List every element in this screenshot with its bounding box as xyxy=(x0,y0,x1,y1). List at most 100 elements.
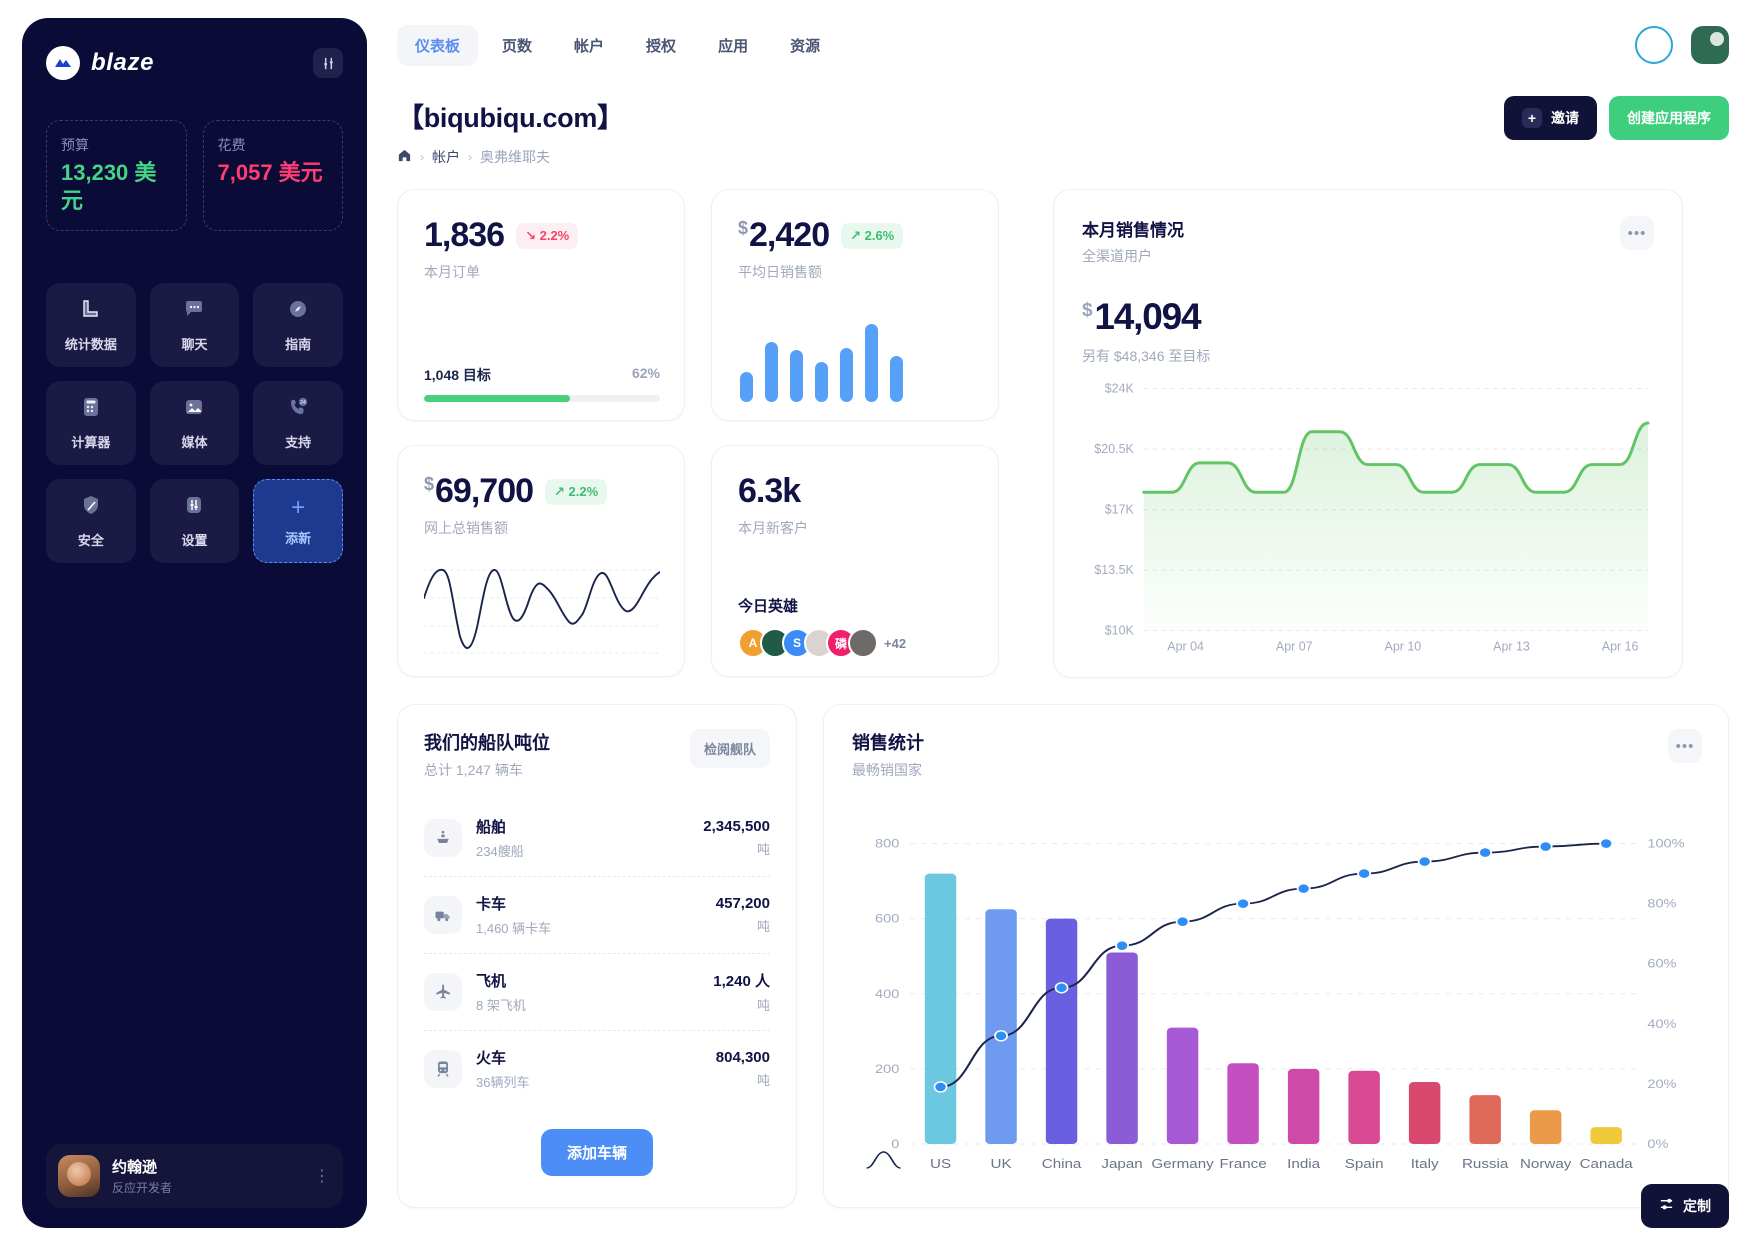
customize-button[interactable]: 定制 xyxy=(1641,1184,1729,1228)
pareto-bar[interactable] xyxy=(1166,1027,1199,1144)
tab-authorization[interactable]: 授权 xyxy=(628,25,694,66)
pareto-bar[interactable] xyxy=(1287,1068,1320,1144)
pareto-bar[interactable] xyxy=(1348,1070,1380,1144)
kpi-card-avg-sale[interactable]: $2,420 ↗ 2.6% 平均日销售额 xyxy=(711,189,999,421)
tab-dashboard[interactable]: 仪表板 xyxy=(397,24,479,66)
sidebar-item-label: 媒体 xyxy=(181,435,208,450)
x-tick-label: Italy xyxy=(1411,1156,1439,1170)
loading-ring-icon[interactable] xyxy=(1635,26,1673,64)
pareto-point[interactable] xyxy=(1115,940,1129,952)
y2-tick-label: 100% xyxy=(1647,837,1684,850)
pareto-chart-svg: 0 200 400 600 800 0% 20% 40% 60% 80% 100% US UK China… xyxy=(866,837,1685,1171)
pareto-bar[interactable] xyxy=(1590,1127,1622,1144)
hero-avatar[interactable] xyxy=(848,628,878,658)
monthly-sales-card: 本月销售情况 全渠道用户 ••• $14,094 另有 $48,346 至目标 … xyxy=(1053,189,1683,678)
sidebar-item-media[interactable]: 媒体 xyxy=(149,381,240,465)
sidebar-item-stats[interactable]: 统计数据 xyxy=(46,283,136,367)
heroes-avatar-group[interactable]: A S 磷 +42 xyxy=(738,628,974,658)
pareto-point[interactable] xyxy=(1599,837,1614,850)
sidebar-item-chat[interactable]: 聊天 xyxy=(149,283,240,367)
x-tick-label: France xyxy=(1220,1156,1267,1170)
sidebar-item-calculator[interactable]: 计算器 xyxy=(46,381,136,465)
pareto-point[interactable] xyxy=(1538,840,1553,853)
sliders-icon[interactable] xyxy=(313,48,343,78)
pareto-bar[interactable] xyxy=(1469,1095,1501,1144)
pareto-point[interactable] xyxy=(1054,982,1069,994)
x-tick-label: India xyxy=(1287,1156,1320,1170)
y-tick-label: $20.5K xyxy=(1094,442,1134,456)
main-content: 仪表板 页数 帐户 授权 应用 资源 【biqubiqu.com】 › 帐户 ›… xyxy=(367,0,1753,1246)
dots-horizontal-icon[interactable]: ••• xyxy=(1668,729,1702,763)
kpi-online-sparkline xyxy=(423,558,661,658)
tab-resources[interactable]: 资源 xyxy=(772,25,838,66)
heroes-title: 今日英雄 xyxy=(738,598,799,615)
pareto-point[interactable] xyxy=(1296,882,1311,895)
fleet-row-name: 火车 xyxy=(476,1050,507,1067)
fleet-row[interactable]: 火车 36辆列车 804,300 吨 xyxy=(424,1031,770,1107)
fleet-tonnage-card: 我们的船队吨位 总计 1,247 辆车 检阅舰队 船舶 234艘船 2,345,50… xyxy=(397,704,797,1208)
kpi-card-online-sales[interactable]: $69,700 ↗ 2.2% 网上总销售额 xyxy=(397,445,685,677)
pareto-bar[interactable] xyxy=(1227,1063,1259,1144)
budget-card[interactable]: 预算 13,230 美元 xyxy=(46,120,187,231)
sidebar-item-support[interactable]: 24 支持 xyxy=(253,381,343,465)
pareto-point[interactable] xyxy=(1417,855,1432,868)
top-bar: 仪表板 页数 帐户 授权 应用 资源 xyxy=(397,16,1729,74)
sliders-icon xyxy=(1659,1197,1674,1215)
x-tick-label: UK xyxy=(991,1156,1013,1170)
pareto-point[interactable] xyxy=(933,1081,948,1093)
monthly-sales-amount: 14,094 xyxy=(1094,296,1201,337)
y2-tick-label: 80% xyxy=(1647,897,1676,910)
add-vehicle-button[interactable]: 添加车辆 xyxy=(540,1129,653,1176)
monthly-sales-header: 本月销售情况 全渠道用户 ••• xyxy=(1082,216,1654,266)
pareto-bar[interactable] xyxy=(1529,1110,1562,1144)
pareto-bar[interactable] xyxy=(1045,918,1078,1144)
invite-button[interactable]: + 邀请 xyxy=(1504,96,1597,140)
pareto-point[interactable] xyxy=(994,1030,1008,1042)
kpi-card-orders[interactable]: 1,836 ↘ 2.2% 本月订单 1,048 目标 62% xyxy=(397,189,685,421)
sidebar-item-settings[interactable]: 设置 xyxy=(149,479,240,563)
pareto-point[interactable] xyxy=(1478,846,1493,859)
review-fleet-button[interactable]: 检阅舰队 xyxy=(689,729,770,768)
pareto-bar[interactable] xyxy=(1408,1082,1441,1144)
sidebar-item-add-new[interactable]: + 添新 xyxy=(253,479,343,563)
dots-horizontal-icon[interactable]: ••• xyxy=(1620,216,1654,250)
dots-vertical-icon[interactable]: ⋮ xyxy=(314,1166,331,1186)
sidebar-item-guide[interactable]: 指南 xyxy=(253,283,343,367)
x-tick-label: Canada xyxy=(1580,1156,1633,1170)
tab-accounts[interactable]: 帐户 xyxy=(556,25,622,66)
sidebar-item-label: 指南 xyxy=(285,337,312,352)
kpi-card-new-customers[interactable]: 6.3k 本月新客户 今日英雄 A S 磷 +42 xyxy=(711,445,999,677)
pareto-bar[interactable] xyxy=(1106,952,1138,1144)
pareto-point[interactable] xyxy=(1236,897,1251,910)
tab-apps[interactable]: 应用 xyxy=(700,25,766,66)
pareto-point[interactable] xyxy=(1175,915,1190,928)
pareto-point[interactable] xyxy=(1357,867,1372,880)
kpi-avg-delta: ↗ 2.6% xyxy=(841,222,904,249)
brand[interactable]: blaze xyxy=(46,46,154,80)
sidebar-item-label: 设置 xyxy=(181,533,208,548)
sidebar-item-security[interactable]: 安全 xyxy=(46,479,136,563)
fleet-row[interactable]: 飞机 8 架飞机 1,240 人吨 xyxy=(424,954,770,1031)
calculator-icon xyxy=(79,395,103,424)
page-header: 【biqubiqu.com】 › 帐户 › 奥弗维耶夫 + 邀请 创建应用程序 xyxy=(397,96,1729,167)
fleet-row-unit: 吨 xyxy=(756,842,770,857)
fleet-row[interactable]: 卡车 1,460 辆卡车 457,200 吨 xyxy=(424,877,770,954)
y-tick-label: $13.5K xyxy=(1094,563,1134,577)
minibar xyxy=(890,356,903,402)
sidebar-profile[interactable]: 约翰逊 反应开发者 ⋮ xyxy=(46,1144,343,1208)
spend-card[interactable]: 花费 7,057 美元 xyxy=(202,120,343,231)
pareto-bar[interactable] xyxy=(985,909,1017,1144)
breadcrumb-item-account[interactable]: 帐户 xyxy=(432,147,460,167)
minibar xyxy=(865,324,878,402)
tab-pages[interactable]: 页数 xyxy=(484,25,550,66)
sidebar: blaze 预算 13,230 美元 花费 7,057 美元 统计数据 聊天 指… xyxy=(22,18,367,1228)
create-app-button[interactable]: 创建应用程序 xyxy=(1609,96,1729,140)
user-avatar[interactable] xyxy=(1691,26,1729,64)
y-tick-label: 600 xyxy=(875,912,899,925)
home-icon[interactable] xyxy=(397,148,412,166)
fleet-row[interactable]: 船舶 234艘船 2,345,500 吨 xyxy=(424,800,770,877)
pareto-bar[interactable] xyxy=(924,873,957,1144)
sidebar-item-label: 计算器 xyxy=(71,435,111,450)
x-tick-label: Norway xyxy=(1520,1156,1571,1170)
fleet-subtitle: 总计 1,247 辆车 xyxy=(424,762,523,778)
